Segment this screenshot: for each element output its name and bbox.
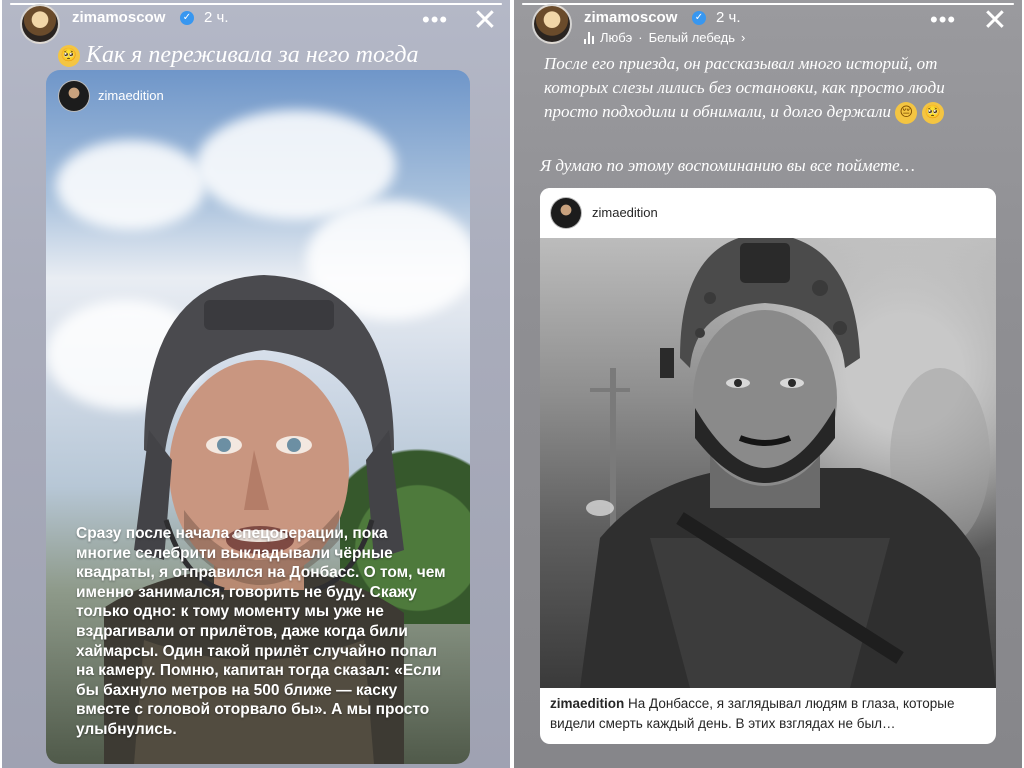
post-caption: zimaedition На Донбассе, я заглядывал лю…	[550, 694, 986, 734]
story-caption-2: Я думаю по этому воспоминанию вы все пой…	[540, 156, 915, 175]
story-caption-1-text: После его приезда, он рассказывал много …	[544, 54, 945, 121]
story-right: zimamoscow ✓ 2 ч. ••• ✕ Любэ · Белый леб…	[514, 0, 1022, 768]
pleading-face-emoji-icon: 🥺	[58, 45, 80, 68]
audio-equalizer-icon	[584, 31, 594, 44]
more-options-icon[interactable]: •••	[422, 7, 448, 33]
post-caption-username[interactable]: zimaedition	[550, 696, 624, 711]
story-author-username[interactable]: zimamoscow	[584, 9, 677, 26]
shared-post-card[interactable]: zimaedition zimaedition На Донбассе, я з…	[540, 188, 996, 744]
story-author-username[interactable]: zimamoscow	[72, 9, 165, 26]
music-sticker[interactable]: Любэ · Белый лебедь ›	[584, 30, 745, 45]
chevron-right-icon: ›	[740, 30, 746, 45]
embedded-author-avatar[interactable]	[58, 80, 90, 112]
story-author-avatar[interactable]	[532, 4, 572, 44]
music-artist: Любэ	[600, 30, 633, 45]
music-separator: ·	[638, 30, 643, 45]
music-track: Белый лебедь	[648, 30, 735, 45]
pensive-face-emoji-icon: 😔	[895, 102, 918, 125]
post-header: zimaedition	[540, 188, 996, 238]
story-progress-bar	[522, 3, 1014, 5]
story-author-avatar[interactable]	[20, 4, 60, 44]
close-icon[interactable]: ✕	[980, 6, 1010, 36]
embedded-story-card[interactable]: zimaedition Сразу после начала спецопера…	[46, 70, 470, 764]
verified-badge-icon: ✓	[692, 11, 706, 25]
story-time: 2 ч.	[204, 9, 229, 26]
post-author-avatar[interactable]	[550, 197, 582, 229]
story-left: zimamoscow ✓ 2 ч. ••• ✕ 🥺 Как я пережива…	[2, 0, 510, 768]
close-icon[interactable]: ✕	[470, 6, 500, 36]
post-author-username[interactable]: zimaedition	[592, 205, 658, 220]
soldier-photo-right	[580, 238, 996, 688]
post-photo[interactable]	[540, 238, 996, 688]
story-progress-bar	[10, 3, 502, 5]
verified-badge-icon: ✓	[180, 11, 194, 25]
story-caption: 🥺 Как я переживала за него тогда	[58, 42, 418, 69]
story-caption-1: После его приезда, он рассказывал много …	[544, 52, 994, 125]
pleading-face-emoji-icon: 🥺	[921, 102, 944, 125]
embedded-author-username[interactable]: zimaedition	[98, 88, 164, 103]
embedded-story-text: Сразу после начала спецоперации, пока мн…	[76, 525, 446, 738]
story-caption-text: Как я переживала за него тогда	[86, 42, 419, 68]
story-time: 2 ч.	[716, 9, 741, 26]
more-options-icon[interactable]: •••	[930, 7, 956, 33]
